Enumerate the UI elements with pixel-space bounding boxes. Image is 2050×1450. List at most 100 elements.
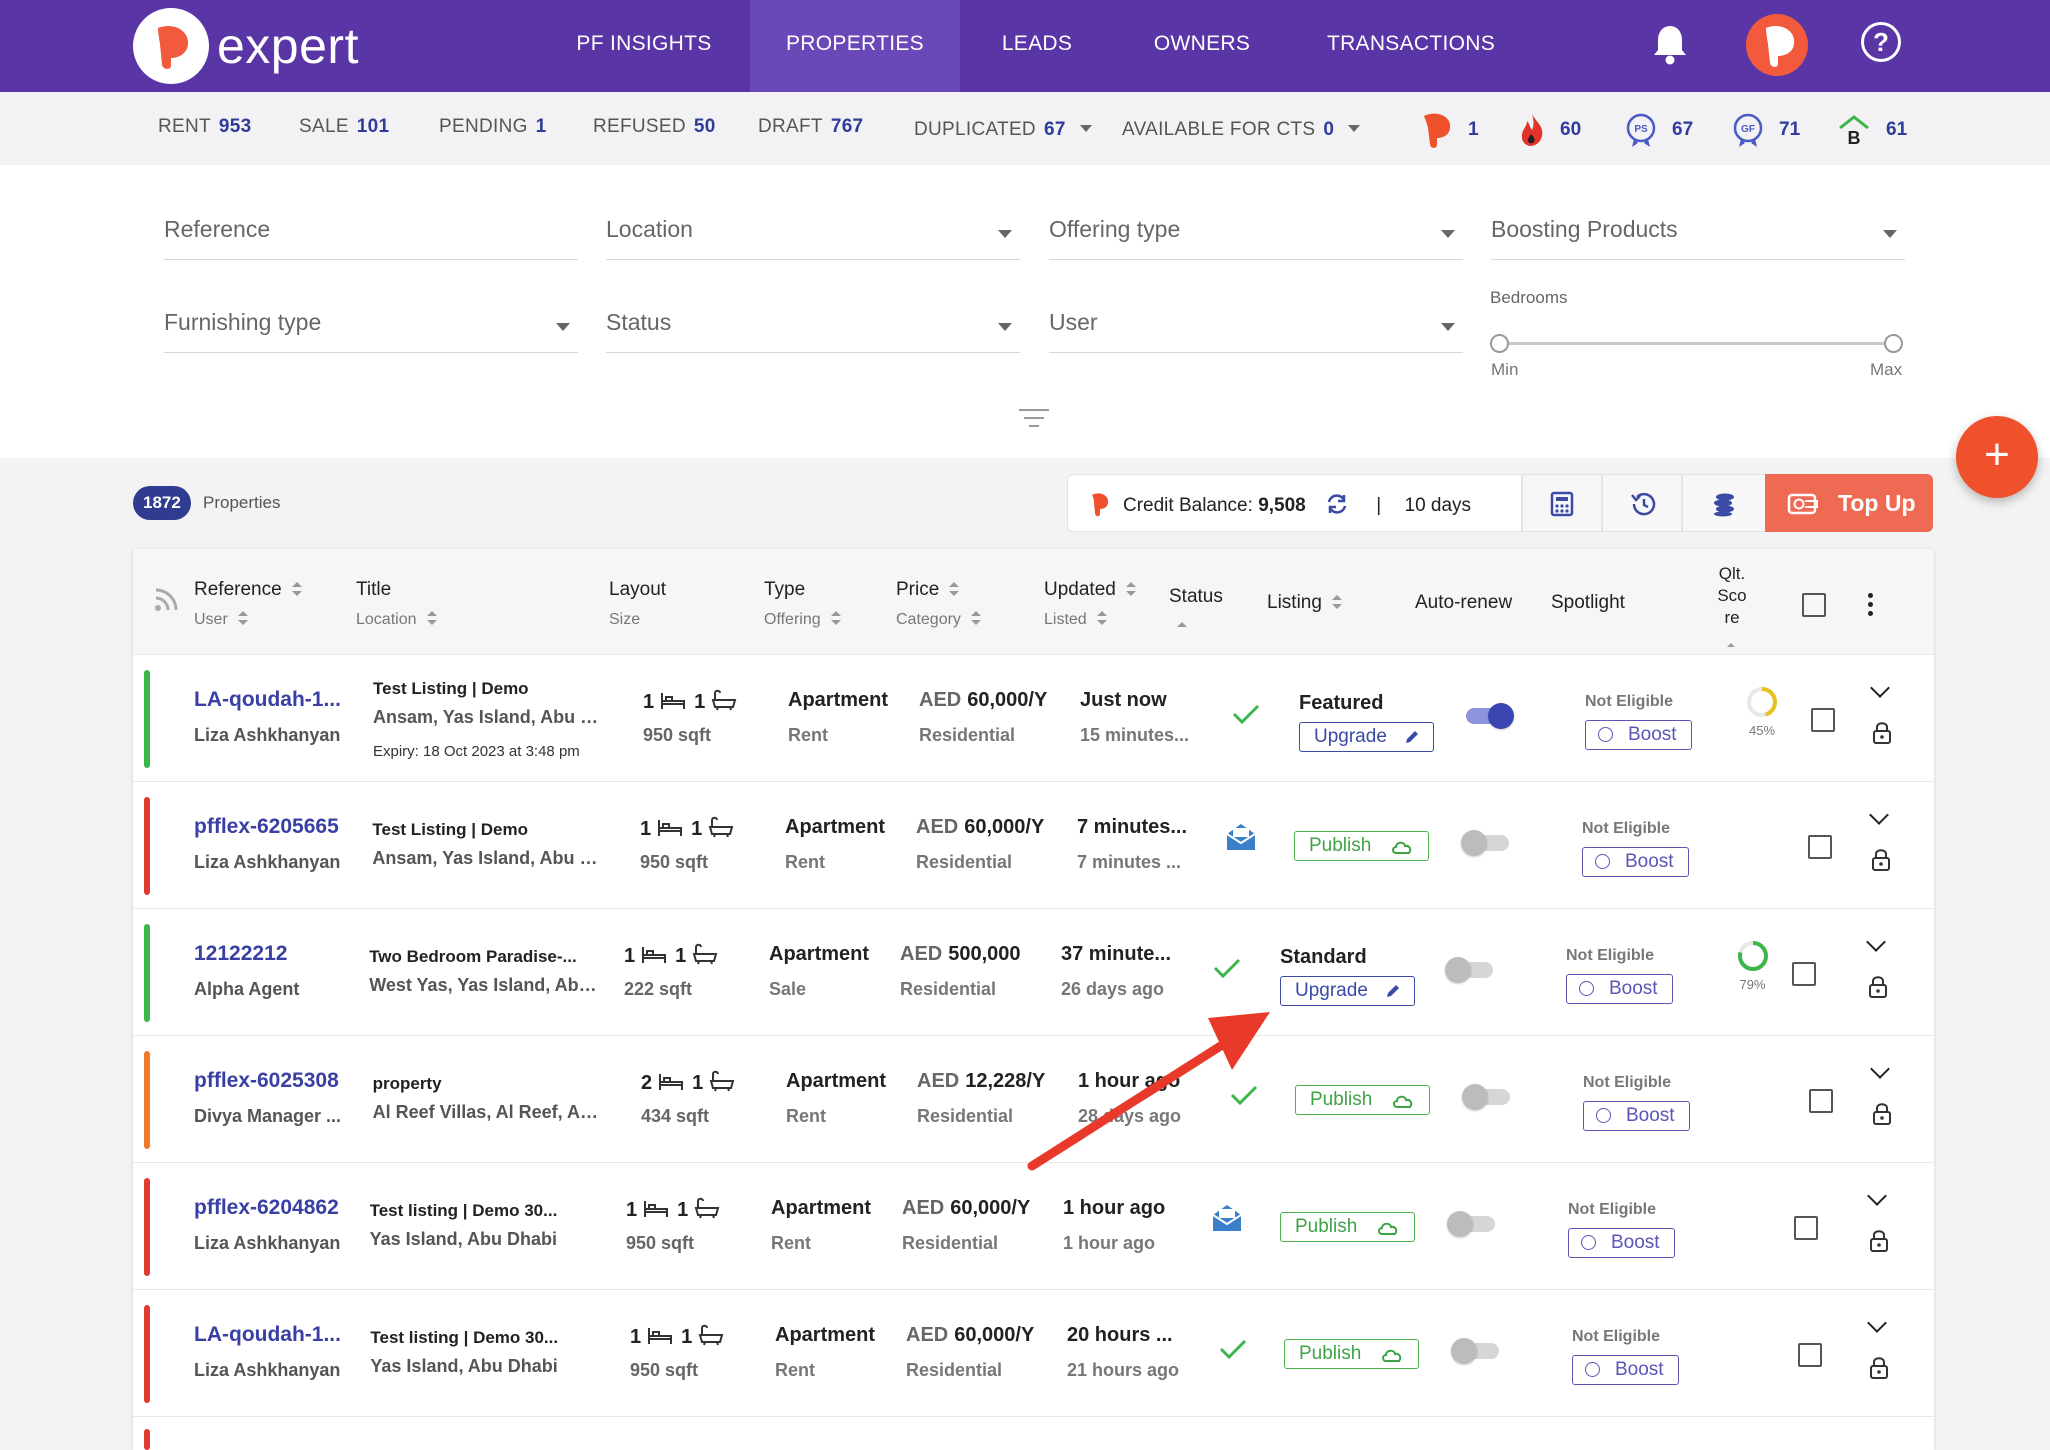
chevron-down-icon[interactable] (1869, 1059, 1890, 1079)
boost-button[interactable]: Boost (1572, 1355, 1679, 1385)
publish-button[interactable]: Publish (1284, 1339, 1419, 1369)
row-select-checkbox[interactable] (1794, 1216, 1818, 1240)
stat-draft[interactable]: DRAFT 767 (758, 116, 863, 138)
top-up-button[interactable]: Top Up (1765, 474, 1933, 532)
publish-button[interactable]: Publish (1294, 831, 1429, 861)
row-price: AED 60,000/Y (906, 1324, 1056, 1347)
upgrade-button[interactable]: Upgrade (1280, 976, 1415, 1006)
col-category[interactable]: Category (896, 611, 981, 629)
publish-button[interactable]: Publish (1280, 1212, 1415, 1242)
row-select-checkbox[interactable] (1808, 835, 1832, 859)
bedrooms-max-handle[interactable] (1884, 334, 1903, 353)
boost-button[interactable]: Boost (1582, 847, 1689, 877)
boost-button[interactable]: Boost (1585, 720, 1692, 750)
publish-button[interactable]: Publish (1295, 1085, 1430, 1115)
filter-toggle-icon[interactable] (1019, 409, 1049, 431)
boost-button[interactable]: Boost (1566, 974, 1673, 1004)
row-reference-link[interactable]: LA-qoudah-1... (194, 688, 344, 712)
lock-icon[interactable] (1869, 1356, 1889, 1380)
chevron-down-icon[interactable] (1870, 678, 1890, 698)
col-quality-score[interactable]: Qlt. Sco re (1715, 563, 1749, 629)
bedrooms-slider-track[interactable] (1500, 342, 1894, 345)
lock-icon[interactable] (1872, 1102, 1892, 1126)
auto-renew-toggle[interactable] (1445, 957, 1495, 983)
auto-renew-toggle[interactable] (1461, 830, 1511, 856)
badge-b[interactable]: B 61 (1836, 110, 1907, 150)
stat-rent[interactable]: RENT 953 (158, 116, 252, 138)
lock-icon[interactable] (1872, 721, 1892, 745)
nav-item-transactions[interactable]: TRANSACTIONS (1318, 0, 1504, 92)
stat-sale[interactable]: SALE 101 (299, 116, 389, 138)
col-updated[interactable]: Updated (1044, 579, 1136, 601)
badge-ps[interactable]: PS 67 (1624, 110, 1693, 150)
more-options-icon[interactable] (1868, 593, 1874, 620)
row-select-checkbox[interactable] (1809, 1089, 1833, 1113)
chevron-down-icon[interactable] (1866, 1186, 1887, 1206)
stat-duplicated-dropdown[interactable]: DUPLICATED 67 (914, 119, 1092, 141)
row-reference-link[interactable]: pfflex-6204862 (194, 1196, 344, 1220)
nav-item-owners[interactable]: OWNERS (1135, 0, 1269, 92)
col-location[interactable]: Location (356, 611, 437, 629)
help-icon[interactable]: ? (1861, 22, 1901, 62)
bedrooms-min-handle[interactable] (1490, 334, 1509, 353)
badge-pf[interactable]: 1 (1420, 110, 1479, 150)
add-listing-button[interactable]: + (1956, 416, 2038, 498)
boost-icon (1598, 727, 1613, 742)
offering-type-dropdown[interactable]: Offering type (1049, 202, 1463, 260)
row-select-checkbox[interactable] (1811, 708, 1835, 732)
chevron-down-icon[interactable] (1869, 805, 1890, 825)
stat-available-cts-dropdown[interactable]: AVAILABLE FOR CTS 0 (1122, 119, 1361, 141)
boost-button[interactable]: Boost (1568, 1228, 1675, 1258)
lock-icon[interactable] (1868, 975, 1888, 999)
sort-icon (949, 582, 960, 596)
chevron-down-icon[interactable] (1866, 932, 1887, 952)
row-reference-link[interactable]: 12122212 (194, 942, 344, 966)
user-avatar[interactable] (1746, 14, 1808, 76)
bell-icon[interactable] (1650, 22, 1690, 66)
row-select-checkbox[interactable] (1798, 1343, 1822, 1367)
coins-button[interactable] (1682, 474, 1766, 532)
history-button[interactable] (1602, 474, 1682, 532)
auto-renew-toggle[interactable] (1451, 1338, 1501, 1364)
row-price-currency: AED (916, 816, 959, 838)
stat-pending[interactable]: PENDING 1 (439, 116, 547, 138)
status-dropdown[interactable]: Status (606, 295, 1020, 353)
brand-logo[interactable]: expert (133, 6, 359, 86)
upgrade-button[interactable]: Upgrade (1299, 722, 1434, 752)
badge-gf[interactable]: GF 71 (1731, 110, 1800, 150)
stat-refused[interactable]: REFUSED 50 (593, 116, 716, 138)
lock-icon[interactable] (1871, 848, 1891, 872)
col-listing[interactable]: Listing (1267, 592, 1342, 614)
auto-renew-toggle[interactable] (1462, 1084, 1512, 1110)
row-reference-link[interactable]: pfflex-6205665 (194, 815, 344, 839)
svg-text:GF: GF (1741, 124, 1755, 135)
row-select-checkbox[interactable] (1792, 962, 1816, 986)
reference-input[interactable]: Reference (164, 202, 578, 260)
table-row: pfflex-6205665 Liza Ashkhanyan Test Listin… (133, 782, 1934, 909)
row-reference-link[interactable]: LA-qoudah-1... (194, 1323, 344, 1347)
furnishing-type-dropdown[interactable]: Furnishing type (164, 295, 578, 353)
col-price[interactable]: Price (896, 579, 960, 601)
user-dropdown[interactable]: User (1049, 295, 1463, 353)
col-offering[interactable]: Offering (764, 611, 841, 629)
calculator-button[interactable] (1522, 474, 1602, 532)
boost-button[interactable]: Boost (1583, 1101, 1690, 1131)
select-all-checkbox[interactable] (1802, 593, 1826, 617)
col-status[interactable]: Status (1169, 586, 1223, 608)
refresh-icon[interactable] (1325, 492, 1347, 514)
nav-item-leads[interactable]: LEADS (970, 0, 1104, 92)
nav-item-properties[interactable]: PROPERTIES (750, 0, 960, 92)
col-user[interactable]: User (194, 611, 248, 629)
nav-item-pf-insights[interactable]: PF INSIGHTS (548, 0, 740, 92)
boosting-products-dropdown[interactable]: Boosting Products (1491, 202, 1905, 260)
col-reference[interactable]: Reference (194, 579, 302, 601)
lock-icon[interactable] (1869, 1229, 1889, 1253)
badge-flame[interactable]: 60 (1518, 110, 1581, 150)
col-listed[interactable]: Listed (1044, 611, 1107, 629)
row-reference-link[interactable]: pfflex-6025308 (194, 1069, 344, 1093)
location-dropdown[interactable]: Location (606, 202, 1020, 260)
row-listed: 21 hours ago (1067, 1360, 1180, 1380)
auto-renew-toggle[interactable] (1464, 703, 1514, 729)
chevron-down-icon[interactable] (1867, 1313, 1888, 1333)
auto-renew-toggle[interactable] (1447, 1211, 1497, 1237)
